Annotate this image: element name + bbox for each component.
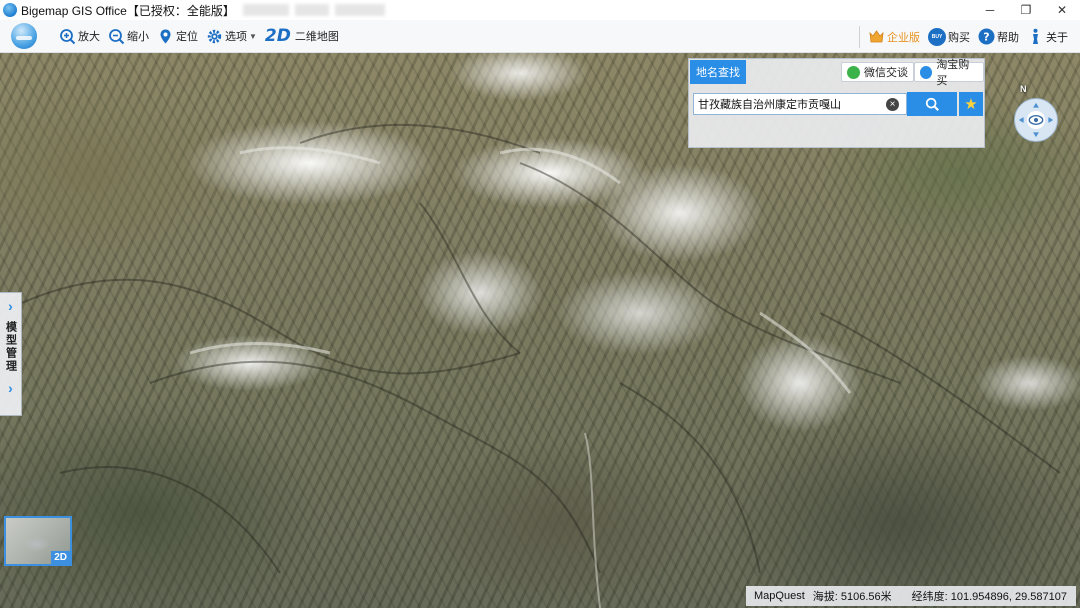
help-icon: ? — [978, 28, 995, 45]
overview-minimap[interactable]: 2D — [4, 516, 72, 566]
chevron-down-icon: ▼ — [249, 31, 257, 41]
search-field: × — [693, 93, 907, 115]
status-bar: MapQuest 海拔: 5106.56米 经纬度: 101.954896, 2… — [746, 586, 1076, 606]
wechat-chat-button[interactable]: 微信交谈 — [841, 62, 914, 82]
buy-icon: BUY — [928, 27, 946, 46]
about-label: 关于 — [1046, 31, 1068, 44]
window-controls: ─ ❐ ✕ — [972, 0, 1080, 20]
taobao-label: 淘宝购买 — [936, 59, 970, 87]
search-button[interactable] — [907, 92, 957, 116]
enterprise-button[interactable]: 企业版 — [864, 20, 924, 53]
model-management-panel-toggle[interactable]: › 模型管理 › — [0, 292, 22, 416]
enterprise-label: 企业版 — [887, 31, 920, 44]
options-label: 选项 — [225, 31, 247, 43]
buy-label: 购买 — [948, 31, 970, 44]
compass-north-label: N — [1020, 84, 1027, 94]
favorite-star-icon[interactable]: ★ — [959, 92, 983, 116]
navigation-compass[interactable] — [1014, 98, 1058, 142]
wechat-icon — [847, 65, 860, 79]
model-management-label: 模型管理 — [4, 321, 17, 373]
eye-navigation-icon — [1018, 102, 1054, 138]
clear-icon[interactable]: × — [886, 97, 899, 111]
mode-2d-label: 二维地图 — [294, 31, 339, 43]
app-logo-icon — [3, 3, 17, 17]
mode-2d-badge: 2D — [264, 26, 291, 46]
search-icon — [925, 97, 939, 111]
toolbar-right: 企业版 BUY 购买 ? 帮助 关于 — [855, 20, 1080, 53]
minimap-2d-badge: 2D — [51, 551, 70, 564]
search-input[interactable] — [694, 94, 880, 114]
zoom-in-icon — [59, 28, 76, 45]
zoom-out-label: 缩小 — [127, 31, 149, 43]
info-person-icon — [1027, 28, 1044, 45]
wechat-label: 微信交谈 — [864, 67, 908, 79]
locate-label: 定位 — [176, 31, 198, 43]
location-pin-icon — [157, 28, 174, 45]
gear-icon — [206, 28, 223, 45]
about-button[interactable]: 关于 — [1023, 20, 1072, 53]
mode-2d-button[interactable]: 2D 二维地图 — [261, 20, 343, 53]
chevron-right-icon[interactable]: › — [8, 379, 13, 397]
taobao-icon — [920, 65, 933, 79]
title-bar: Bigemap GIS Office【已授权：全能版】 ─ ❐ ✕ — [0, 0, 1080, 20]
coordinate-readout: 经纬度: 101.954896, 29.587107 — [911, 591, 1067, 603]
home-globe-icon[interactable] — [11, 23, 37, 49]
locate-button[interactable]: 定位 — [153, 20, 202, 53]
zoom-out-button[interactable]: 缩小 — [104, 20, 153, 53]
place-search-panel: 地名查找 微信交谈 淘宝购买 × ★ — [688, 58, 985, 148]
svg-text:?: ? — [983, 31, 989, 44]
help-label: 帮助 — [997, 31, 1019, 44]
toolbar-divider — [859, 25, 860, 48]
altitude-readout: 海拔: 5106.56米 — [812, 591, 892, 603]
buy-button[interactable]: BUY 购买 — [924, 20, 974, 53]
chevron-right-icon[interactable]: › — [8, 297, 13, 315]
title-redacted — [242, 4, 385, 16]
map-provider: MapQuest — [754, 590, 805, 602]
minimize-button[interactable]: ─ — [972, 0, 1008, 20]
tab-place-search[interactable]: 地名查找 — [690, 60, 746, 84]
taobao-buy-button[interactable]: 淘宝购买 — [914, 59, 984, 87]
zoom-in-button[interactable]: 放大 — [55, 20, 104, 53]
zoom-in-label: 放大 — [78, 31, 100, 43]
restore-button[interactable]: ❐ — [1008, 0, 1044, 20]
crown-badge-icon — [868, 28, 885, 45]
toolbar: 放大 缩小 定位 选项 ▼ 2D 二维地图 企业版 BUY 购买 ? 帮助 关于 — [0, 20, 1080, 53]
window-title: Bigemap GIS Office【已授权：全能版】 — [21, 3, 235, 18]
close-button[interactable]: ✕ — [1044, 0, 1080, 20]
options-menu[interactable]: 选项 ▼ — [202, 20, 261, 53]
zoom-out-icon — [108, 28, 125, 45]
help-button[interactable]: ? 帮助 — [974, 20, 1023, 53]
